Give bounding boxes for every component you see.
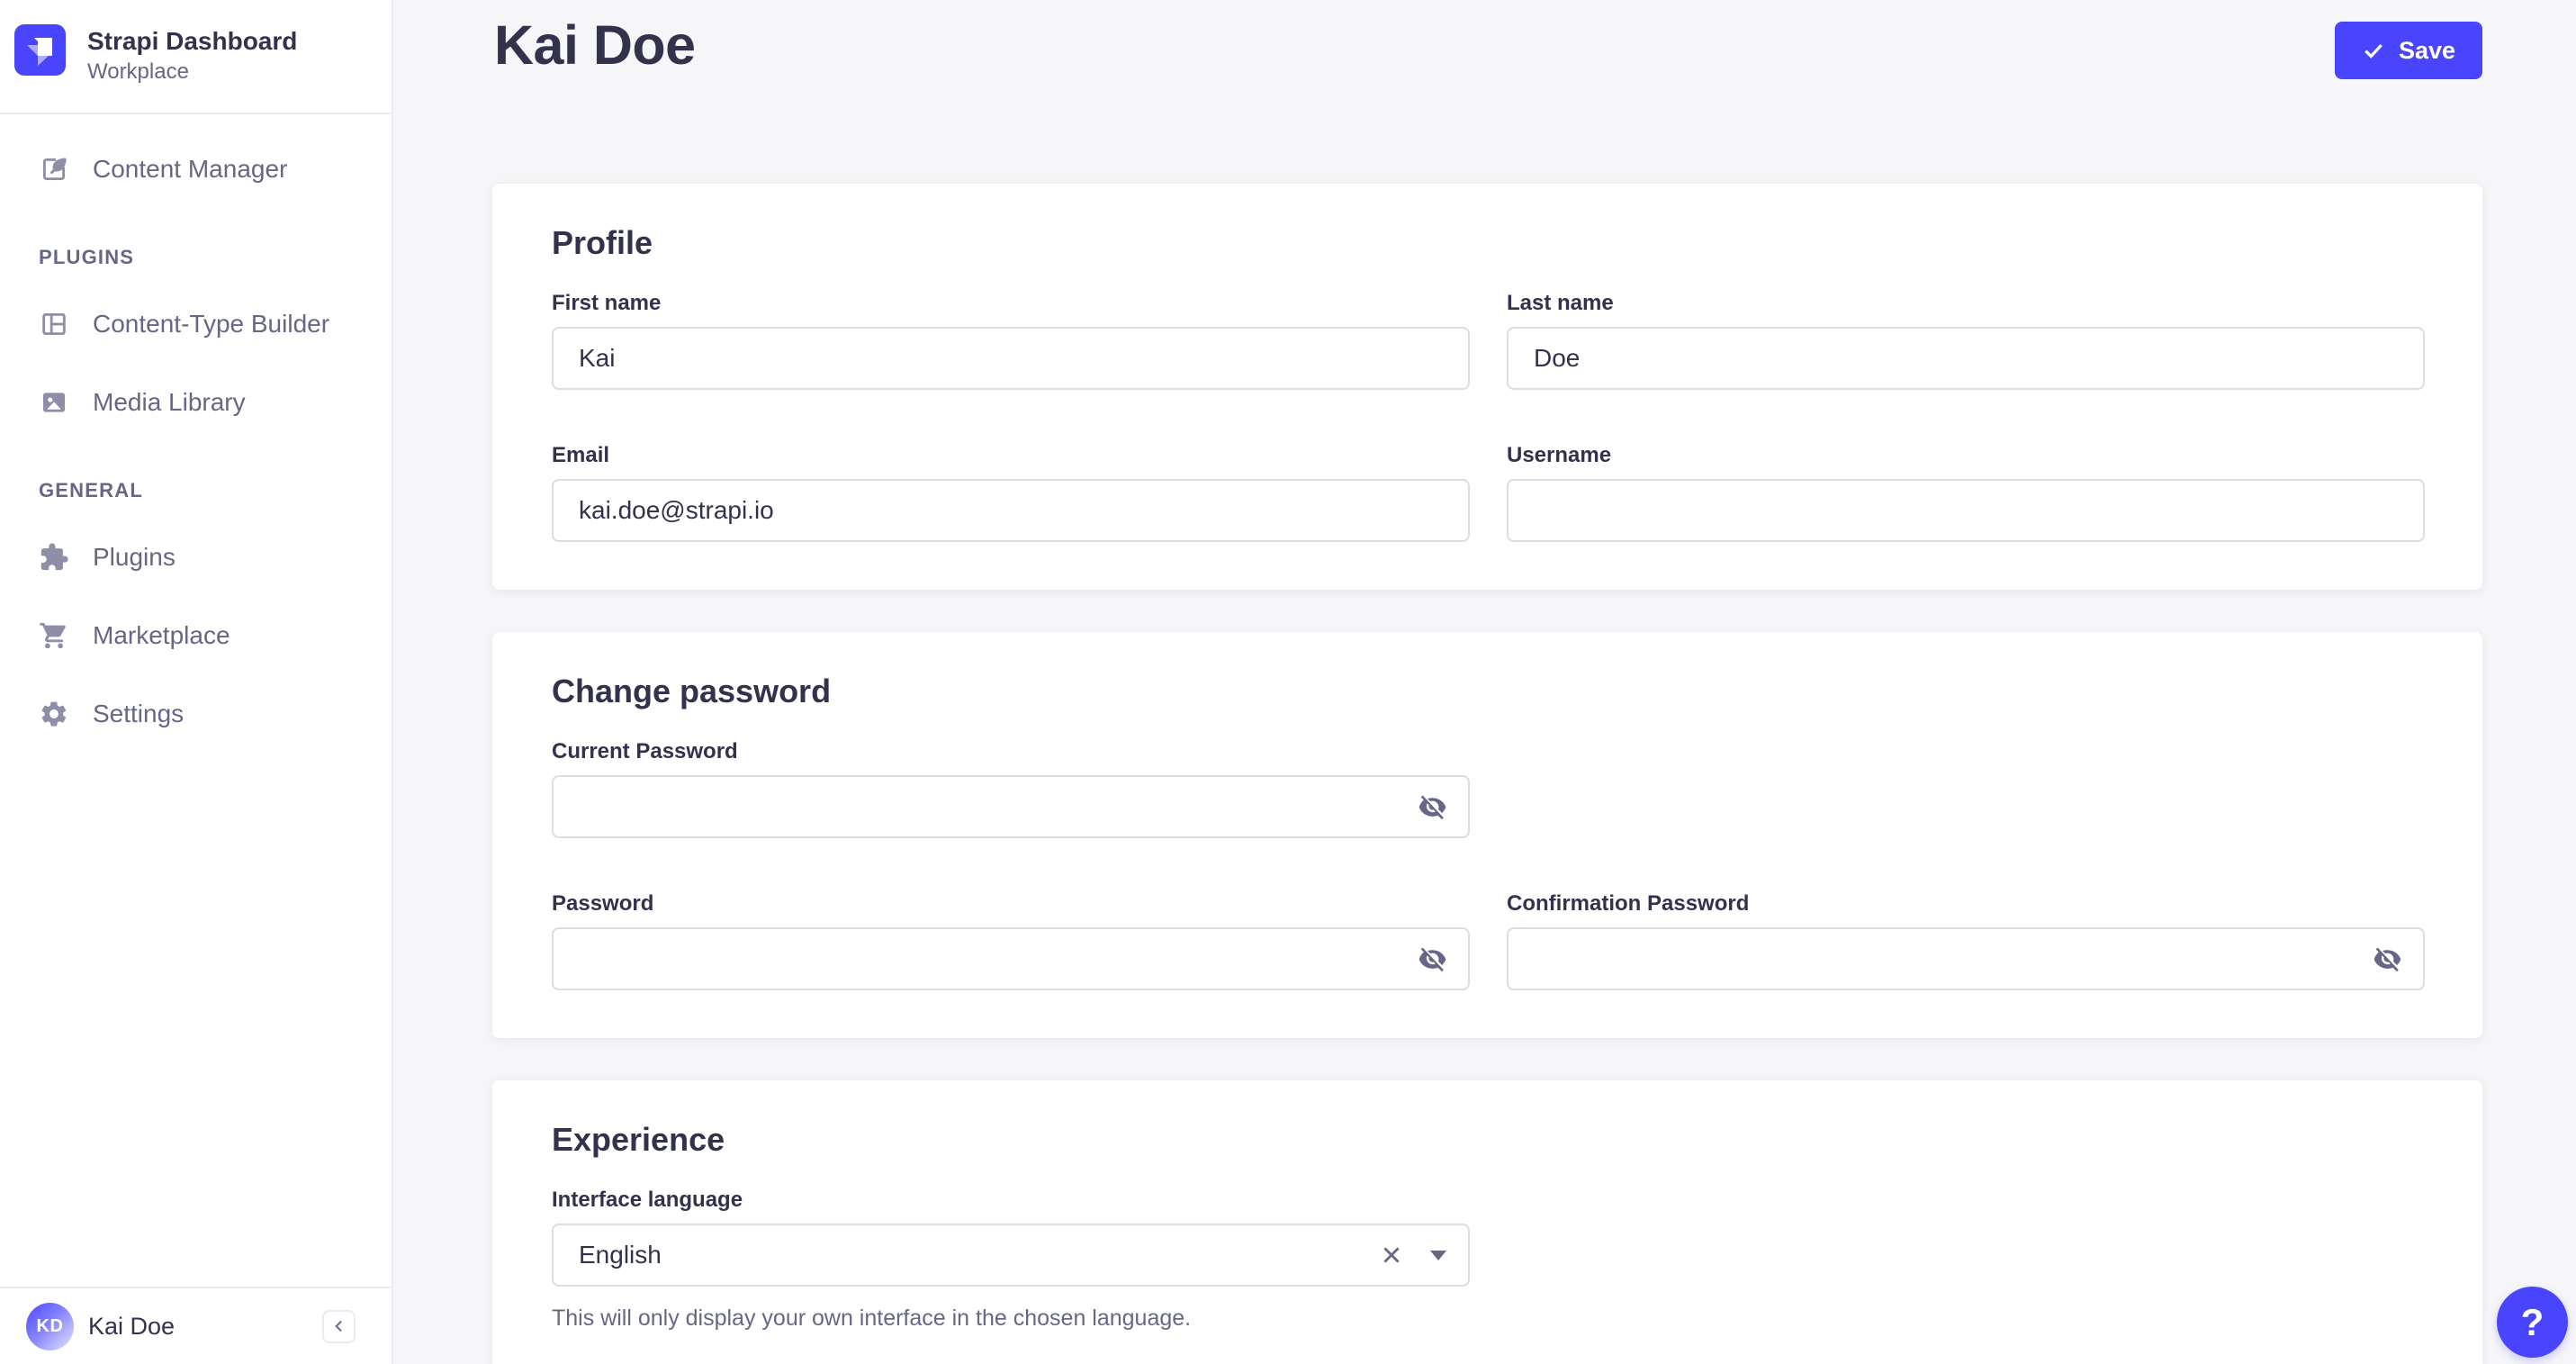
clear-language-button[interactable] [1376, 1240, 1407, 1270]
eye-off-icon [2373, 944, 2402, 974]
profile-card-title: Profile [552, 227, 2425, 259]
first-name-input[interactable] [552, 327, 1470, 390]
help-button[interactable]: ? [2497, 1287, 2568, 1358]
sidebar-section-plugins: PLUGINS [39, 246, 392, 269]
sidebar-item-label: Settings [93, 700, 184, 728]
settings-icon [39, 699, 69, 729]
main-content: Kai Doe Save Profile First name Last nam… [393, 0, 2576, 1364]
profile-form: First name Last name Email Username [552, 290, 2425, 542]
brand-subtitle: Workplace [87, 59, 297, 86]
interface-language-select[interactable]: English [552, 1224, 1470, 1287]
sidebar-item-label: Marketplace [93, 621, 230, 650]
email-field[interactable] [552, 479, 1470, 542]
sidebar-item-label: Content Manager [93, 155, 287, 184]
experience-card-title: Experience [552, 1124, 2425, 1156]
toggle-new-password-visibility-button[interactable] [1414, 941, 1450, 977]
sidebar: Strapi Dashboard Workplace Content Manag… [0, 0, 393, 1364]
chevron-left-icon [330, 1317, 348, 1335]
last-name-field-group: Last name [1507, 290, 2425, 390]
marketplace-icon [39, 620, 69, 651]
interface-language-value: English [579, 1241, 1376, 1269]
last-name-input[interactable] [1507, 327, 2425, 390]
eye-off-icon [1418, 944, 1447, 974]
current-password-label: Current Password [552, 738, 1470, 764]
brand-text: Strapi Dashboard Workplace [87, 24, 297, 86]
sidebar-section-general: GENERAL [39, 479, 392, 502]
page-title: Kai Doe [494, 14, 696, 77]
change-password-card: Change password Current Password Passwor… [492, 632, 2482, 1038]
username-label: Username [1507, 442, 2425, 468]
interface-language-label: Interface language [552, 1187, 1470, 1213]
chevron-down-icon[interactable] [1430, 1251, 1446, 1260]
current-password-field-group: Current Password [552, 738, 1470, 838]
new-password-label: Password [552, 890, 1470, 917]
eye-off-icon [1418, 792, 1447, 822]
sidebar-item-content-type-builder[interactable]: Content-Type Builder [0, 299, 392, 349]
sidebar-item-content-manager[interactable]: Content Manager [0, 144, 392, 194]
password-form: Current Password Password [552, 738, 2425, 990]
sidebar-item-label: Content-Type Builder [93, 310, 329, 339]
sidebar-item-label: Plugins [93, 543, 176, 572]
username-input[interactable] [1507, 479, 2425, 542]
username-field-group: Username [1507, 442, 2425, 542]
profile-card: Profile First name Last name Email Usern… [492, 184, 2482, 590]
question-mark-icon: ? [2521, 1301, 2544, 1344]
content-manager-icon [39, 154, 69, 185]
save-button[interactable]: Save [2335, 22, 2482, 79]
content-type-builder-icon [39, 309, 69, 339]
strapi-logo-icon [14, 24, 66, 76]
sidebar-item-settings[interactable]: Settings [0, 689, 392, 739]
experience-card: Experience Interface language English Th… [492, 1080, 2482, 1364]
interface-language-field-group: Interface language English This will onl… [552, 1187, 1470, 1332]
brand[interactable]: Strapi Dashboard Workplace [0, 0, 392, 114]
sidebar-item-plugins[interactable]: Plugins [0, 532, 392, 583]
sidebar-user-row: KD Kai Doe [0, 1287, 392, 1364]
confirmation-password-field-group: Confirmation Password [1507, 890, 2425, 990]
first-name-field-group: First name [552, 290, 1470, 390]
toggle-current-password-visibility-button[interactable] [1414, 789, 1450, 825]
sidebar-item-marketplace[interactable]: Marketplace [0, 610, 392, 661]
save-button-label: Save [2399, 37, 2455, 65]
email-field-group: Email [552, 442, 1470, 542]
plugins-icon [39, 542, 69, 573]
avatar: KD [26, 1303, 74, 1350]
brand-title: Strapi Dashboard [87, 26, 297, 57]
page-header: Kai Doe Save [393, 0, 2576, 79]
experience-form: Interface language English This will onl… [552, 1187, 2425, 1332]
change-password-card-title: Change password [552, 675, 2425, 708]
current-password-input[interactable] [552, 775, 1470, 838]
interface-language-helper: This will only display your own interfac… [552, 1305, 1470, 1332]
last-name-label: Last name [1507, 290, 2425, 316]
media-library-icon [39, 387, 69, 418]
content-area: Profile First name Last name Email Usern… [393, 184, 2576, 1364]
toggle-confirmation-password-visibility-button[interactable] [2369, 941, 2405, 977]
new-password-field-group: Password [552, 890, 1470, 990]
confirmation-password-label: Confirmation Password [1507, 890, 2425, 917]
new-password-input[interactable] [552, 927, 1470, 990]
sidebar-nav: Content Manager PLUGINS Content-Type Bui… [0, 114, 392, 1287]
user-name: Kai Doe [88, 1313, 175, 1341]
confirmation-password-input[interactable] [1507, 927, 2425, 990]
sidebar-item-media-library[interactable]: Media Library [0, 377, 392, 428]
check-icon [2362, 39, 2385, 62]
sidebar-collapse-button[interactable] [322, 1310, 356, 1343]
sidebar-item-label: Media Library [93, 388, 246, 417]
email-label: Email [552, 442, 1470, 468]
clear-x-icon [1380, 1243, 1403, 1267]
first-name-label: First name [552, 290, 1470, 316]
